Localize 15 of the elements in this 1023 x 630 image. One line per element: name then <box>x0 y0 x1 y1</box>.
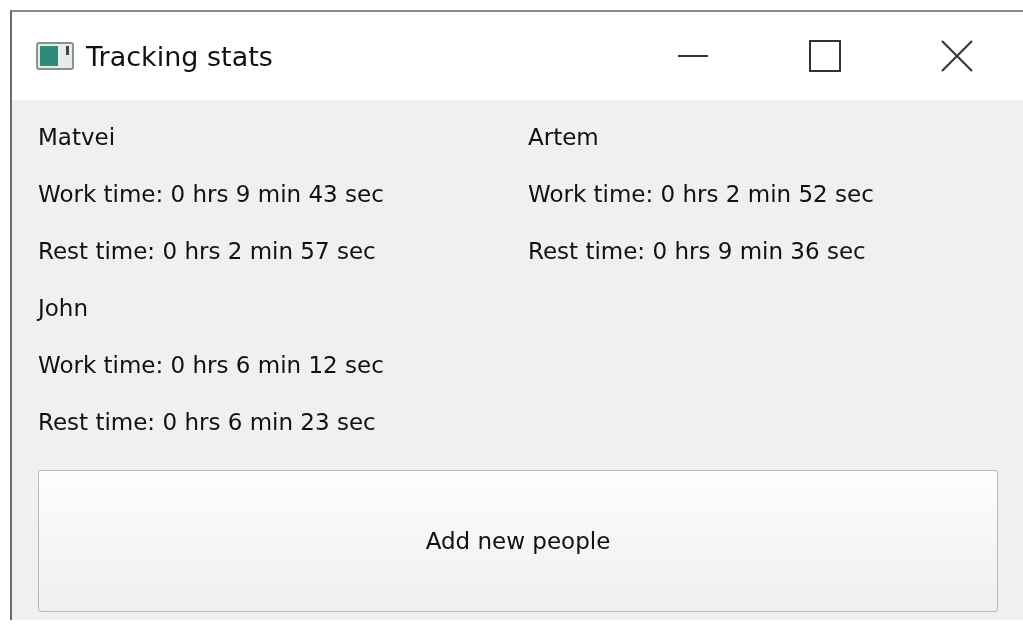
rest-time-label: Rest time: 0 hrs 6 min 23 sec <box>38 408 377 437</box>
window-title: Tracking stats <box>86 40 274 72</box>
rest-time-label: Rest time: 0 hrs 2 min 57 sec <box>38 237 377 266</box>
person-name: John <box>38 294 89 323</box>
close-icon[interactable] <box>941 40 973 72</box>
person-name: Artem <box>528 123 600 152</box>
add-people-button[interactable]: Add new people <box>38 470 998 612</box>
work-time-label: Work time: 0 hrs 6 min 12 sec <box>38 351 385 380</box>
maximize-icon[interactable] <box>809 40 841 72</box>
person-name: Matvei <box>38 123 117 152</box>
app-icon <box>36 42 74 70</box>
work-time-label: Work time: 0 hrs 2 min 52 sec <box>528 180 875 209</box>
rest-time-label: Rest time: 0 hrs 9 min 36 sec <box>528 237 867 266</box>
work-time-label: Work time: 0 hrs 9 min 43 sec <box>38 180 385 209</box>
minimize-icon[interactable] <box>678 54 708 58</box>
